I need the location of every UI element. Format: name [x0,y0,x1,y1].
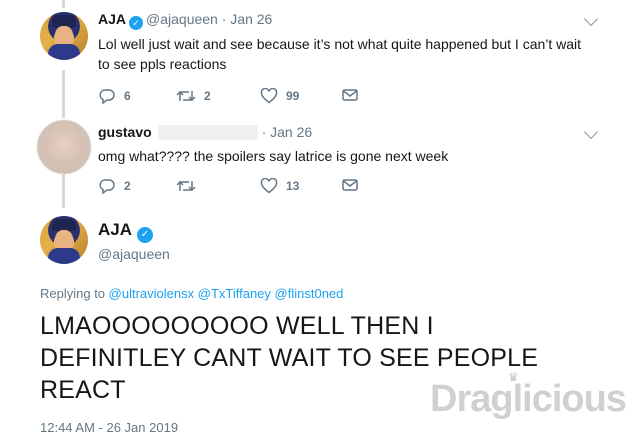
avatar[interactable] [40,216,88,264]
like-button[interactable]: 99 [260,88,299,104]
reply-count: 2 [124,179,131,193]
retweet-icon [176,180,196,192]
separator-dot: · [261,124,267,140]
reply-icon [99,89,115,104]
replying-to: Replying to @ultraviolensx @TxTiffaney @… [40,286,343,301]
tweet-text-line: LMAOOOOOOOOO WELL THEN I [40,312,434,340]
envelope-icon [342,89,358,101]
crown-icon: ♛ [508,370,519,384]
author-name[interactable]: AJA [98,11,126,27]
heart-icon [260,88,278,104]
replying-prefix: Replying to [40,286,106,301]
chevron-down-icon[interactable] [583,11,599,27]
author-handle[interactable]: @ajaqueen [146,11,218,27]
tweet-date[interactable]: Jan 26 [230,11,272,27]
tweet-gustavo[interactable]: gustavo · Jan 26 omg what???? the spoile… [0,112,637,210]
retweet-count: 2 [204,89,211,103]
retweet-button[interactable]: 2 [176,88,211,104]
separator-dot: · [221,11,227,27]
mention-link[interactable]: @TxTiffaney [198,286,271,301]
reply-count: 6 [124,89,131,103]
tweet-aja-1[interactable]: AJA ✓ @ajaqueen · Jan 26 Lol well just wai… [0,0,637,112]
tweet-text: omg what???? the spoilers say latrice is… [98,148,449,164]
heart-icon [260,178,278,194]
tweet-text-line: DEFINITLEY CANT WAIT TO SEE PEOPLE [40,344,539,372]
author-handle[interactable]: @ajaqueen [98,246,170,262]
tweet-timestamp[interactable]: 12:44 AM - 26 Jan 2019 [40,420,178,435]
envelope-icon [342,179,358,191]
avatar[interactable] [37,120,91,174]
tweet-actions: 6 2 99 [98,88,398,106]
mention-link[interactable]: @flinst0ned [275,286,344,301]
like-button[interactable]: 13 [260,178,299,194]
tweet-text-line: to see ppls reactions [98,56,227,72]
like-count: 99 [286,89,300,103]
verified-badge-icon: ✓ [129,16,144,30]
avatar[interactable] [40,12,88,60]
watermark-text: Draglicious [430,378,627,420]
verified-badge-icon: ✓ [137,227,154,243]
like-count: 13 [286,179,300,193]
tweet-header: AJA ✓ @ajaqueen · Jan 26 [98,10,272,30]
author-name-text: AJA [98,220,133,239]
dm-button[interactable] [342,88,358,102]
author-name[interactable]: AJA ✓ [98,220,156,243]
tweet-actions: 2 13 [98,178,398,196]
reply-button[interactable]: 2 [98,178,131,194]
mention-link[interactable]: @ultraviolensx [109,286,194,301]
main-tweet: AJA ✓ @ajaqueen Replying to @ultraviolens… [0,210,637,447]
tweet-header: gustavo · Jan 26 [98,123,312,141]
tweet-date[interactable]: Jan 26 [270,124,312,140]
retweet-button[interactable] [176,178,204,194]
author-name[interactable]: gustavo [98,124,152,140]
redacted-handle [157,125,258,140]
tweet-text: Lol well just wait and see because it’s … [98,34,581,74]
dm-button[interactable] [342,178,358,192]
watermark: Draglicious ♛ [430,370,627,421]
chevron-down-icon[interactable] [583,124,599,140]
reply-button[interactable]: 6 [98,88,131,104]
reply-icon [99,179,115,194]
retweet-icon [176,90,196,102]
tweet-text-line: Lol well just wait and see because it’s … [98,36,582,52]
